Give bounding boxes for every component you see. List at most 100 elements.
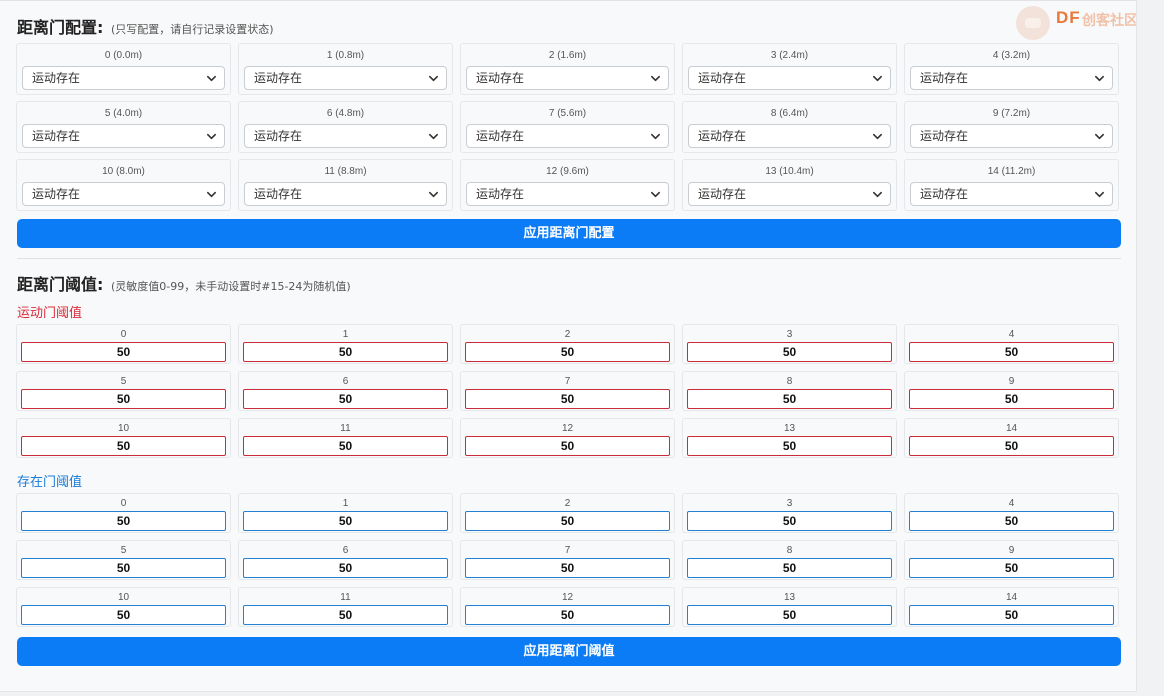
- still-threshold-input[interactable]: 50: [21, 511, 226, 531]
- still-threshold-input[interactable]: 50: [465, 558, 670, 578]
- gate-mode-select[interactable]: 运动存在: [910, 66, 1113, 90]
- motion-threshold-cell: 0 50: [16, 324, 231, 364]
- motion-threshold-label: 9: [1008, 376, 1015, 387]
- chevron-down-icon: [207, 133, 216, 140]
- gate-mode-select[interactable]: 运动存在: [688, 182, 891, 206]
- still-threshold-cell: 2 50: [460, 493, 675, 533]
- motion-threshold-label: 6: [342, 376, 349, 387]
- gate-mode-select[interactable]: 运动存在: [244, 124, 447, 148]
- chevron-down-icon: [651, 75, 660, 82]
- gate-label: 0 (0.0m): [104, 50, 143, 61]
- motion-threshold-input[interactable]: 50: [687, 389, 892, 409]
- apply-threshold-button[interactable]: 应用距离门阈值: [17, 637, 1121, 666]
- gate-label: 7 (5.6m): [548, 108, 587, 119]
- gate-mode-value: 运动存在: [698, 129, 747, 143]
- gate-label: 8 (6.4m): [770, 108, 809, 119]
- still-threshold-label: 11: [340, 592, 351, 603]
- still-threshold-input[interactable]: 50: [243, 558, 448, 578]
- gate-mode-select[interactable]: 运动存在: [244, 182, 447, 206]
- gate-mode-value: 运动存在: [476, 129, 525, 143]
- gate-cell: 0 (0.0m) 运动存在: [16, 43, 231, 95]
- gate-mode-value: 运动存在: [254, 187, 303, 201]
- motion-threshold-input[interactable]: 50: [909, 342, 1114, 362]
- motion-threshold-cell: 9 50: [904, 371, 1119, 411]
- threshold-heading: 距离门阈值:: [17, 275, 104, 294]
- chevron-down-icon: [873, 75, 882, 82]
- motion-threshold-label: 13: [783, 423, 796, 434]
- motion-threshold-input[interactable]: 50: [465, 342, 670, 362]
- apply-gate-config-button[interactable]: 应用距离门配置: [17, 219, 1121, 248]
- gate-mode-select[interactable]: 运动存在: [910, 124, 1113, 148]
- gate-mode-select[interactable]: 运动存在: [466, 182, 669, 206]
- chevron-down-icon: [207, 75, 216, 82]
- still-threshold-label: 13: [783, 592, 796, 603]
- motion-threshold-input[interactable]: 50: [687, 436, 892, 456]
- still-threshold-input[interactable]: 50: [465, 511, 670, 531]
- chevron-down-icon: [207, 191, 216, 198]
- motion-threshold-cell: 14 50: [904, 418, 1119, 458]
- still-threshold-input[interactable]: 50: [243, 605, 448, 625]
- gate-mode-value: 运动存在: [920, 129, 969, 143]
- gate-mode-select[interactable]: 运动存在: [910, 182, 1113, 206]
- motion-threshold-label: 11: [340, 423, 351, 434]
- still-threshold-label: 14: [1005, 592, 1018, 603]
- gate-label: 12 (9.6m): [546, 166, 589, 177]
- gate-label: 4 (3.2m): [992, 50, 1031, 61]
- gate-cell: 6 (4.8m) 运动存在: [238, 101, 453, 153]
- still-threshold-input[interactable]: 50: [687, 605, 892, 625]
- still-threshold-cell: 0 50: [16, 493, 231, 533]
- motion-threshold-input[interactable]: 50: [21, 342, 226, 362]
- still-threshold-input[interactable]: 50: [21, 605, 226, 625]
- still-threshold-input[interactable]: 50: [465, 605, 670, 625]
- threshold-title: 距离门阈值: (灵敏度值0-99，未手动设置时#15-24为随机值): [17, 271, 351, 295]
- gate-mode-select[interactable]: 运动存在: [466, 66, 669, 90]
- still-threshold-cell: 11 50: [238, 587, 453, 627]
- gate-cell: 13 (10.4m) 运动存在: [682, 159, 897, 211]
- still-threshold-input[interactable]: 50: [21, 558, 226, 578]
- motion-threshold-title: 运动门阈值: [17, 306, 83, 321]
- chevron-down-icon: [873, 191, 882, 198]
- gate-label: 5 (4.0m): [104, 108, 143, 119]
- gate-cell: 2 (1.6m) 运动存在: [460, 43, 675, 95]
- gate-mode-select[interactable]: 运动存在: [22, 66, 225, 90]
- still-threshold-cell: 6 50: [238, 540, 453, 580]
- gate-mode-select[interactable]: 运动存在: [22, 124, 225, 148]
- motion-threshold-input[interactable]: 50: [21, 436, 226, 456]
- still-threshold-input[interactable]: 50: [687, 558, 892, 578]
- motion-threshold-label: 2: [564, 329, 571, 340]
- gate-mode-value: 运动存在: [476, 71, 525, 85]
- still-threshold-label: 7: [564, 545, 571, 556]
- still-threshold-input[interactable]: 50: [909, 511, 1114, 531]
- gate-label: 2 (1.6m): [548, 50, 587, 61]
- motion-threshold-input[interactable]: 50: [909, 389, 1114, 409]
- gate-mode-value: 运动存在: [32, 187, 81, 201]
- logo-brand: DF: [1056, 8, 1081, 27]
- motion-threshold-input[interactable]: 50: [21, 389, 226, 409]
- still-threshold-input[interactable]: 50: [243, 511, 448, 531]
- still-threshold-input[interactable]: 50: [687, 511, 892, 531]
- gate-cell: 10 (8.0m) 运动存在: [16, 159, 231, 211]
- still-threshold-label: 12: [561, 592, 574, 603]
- still-threshold-label: 5: [120, 545, 127, 556]
- motion-threshold-label: 5: [120, 376, 127, 387]
- gate-mode-value: 运动存在: [254, 129, 303, 143]
- motion-threshold-input[interactable]: 50: [465, 389, 670, 409]
- motion-threshold-input[interactable]: 50: [243, 342, 448, 362]
- still-threshold-cell: 14 50: [904, 587, 1119, 627]
- gate-mode-select[interactable]: 运动存在: [244, 66, 447, 90]
- motion-threshold-input[interactable]: 50: [909, 436, 1114, 456]
- still-threshold-cell: 10 50: [16, 587, 231, 627]
- motion-threshold-input[interactable]: 50: [687, 342, 892, 362]
- gate-mode-select[interactable]: 运动存在: [22, 182, 225, 206]
- motion-threshold-input[interactable]: 50: [243, 389, 448, 409]
- motion-threshold-input[interactable]: 50: [243, 436, 448, 456]
- motion-threshold-input[interactable]: 50: [465, 436, 670, 456]
- gate-mode-select[interactable]: 运动存在: [688, 124, 891, 148]
- chevron-down-icon: [1095, 191, 1104, 198]
- still-threshold-input[interactable]: 50: [909, 558, 1114, 578]
- gate-mode-select[interactable]: 运动存在: [688, 66, 891, 90]
- gate-mode-value: 运动存在: [698, 71, 747, 85]
- still-threshold-cell: 7 50: [460, 540, 675, 580]
- gate-mode-select[interactable]: 运动存在: [466, 124, 669, 148]
- still-threshold-input[interactable]: 50: [909, 605, 1114, 625]
